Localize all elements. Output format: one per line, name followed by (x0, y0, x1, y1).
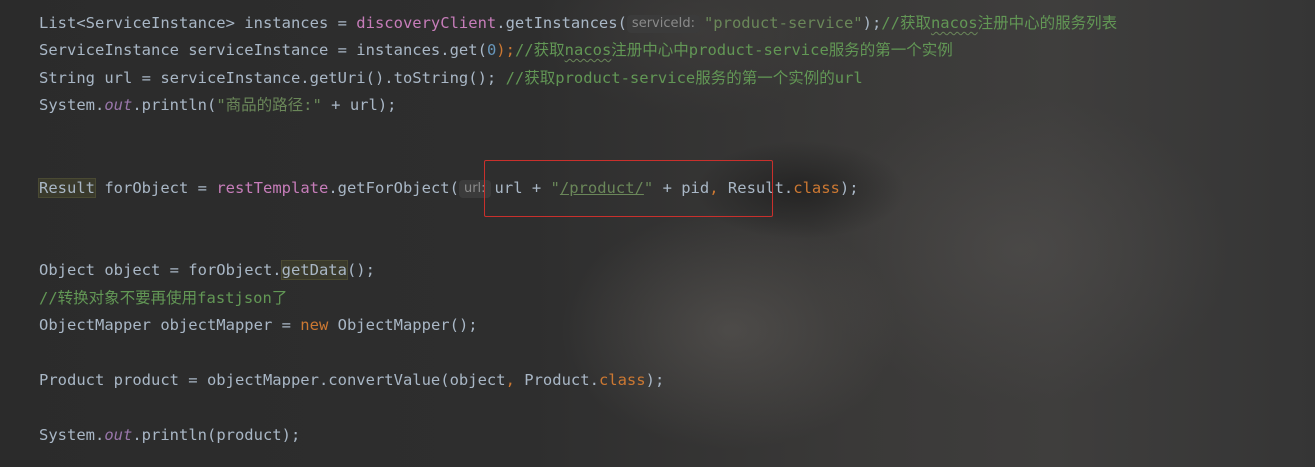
comment-text: 注册中心的服务列表 (977, 14, 1118, 32)
code-line-9[interactable]: Product product = objectMapper.convertVa… (39, 369, 664, 391)
code-token: ); (645, 371, 665, 389)
code-line-7[interactable]: //转换对象不要再使用fastjson了 (39, 287, 287, 309)
code-token: ObjectMapper(); (328, 316, 478, 334)
code-token: forObject = (95, 179, 217, 197)
code-token-string: "商品的路径:" (216, 96, 322, 114)
code-token-highlighted-type: Result (38, 178, 96, 198)
code-token: System. (39, 426, 105, 444)
code-token: .getInstances( (496, 14, 627, 32)
code-line-4[interactable]: System.out.println("商品的路径:" + url); (39, 94, 396, 116)
code-token: + url); (321, 96, 397, 114)
code-token: ); (862, 14, 882, 32)
code-token: Object object = forObject. (39, 261, 282, 279)
code-token: System. (39, 96, 105, 114)
code-token: .println( (132, 96, 217, 114)
code-token: ); (496, 41, 515, 59)
code-token-field: discoveryClient (356, 14, 497, 32)
code-token-static-field: out (104, 426, 133, 444)
code-comment: //获取nacos注册中心中product-service服务的第一个实例 (515, 41, 953, 59)
code-token-keyword: class (793, 179, 840, 197)
code-token: .println(product); (132, 426, 301, 444)
code-token: List<ServiceInstance> instances = (39, 14, 357, 32)
code-line-8[interactable]: ObjectMapper objectMapper = new ObjectMa… (39, 314, 478, 336)
code-token: ObjectMapper objectMapper = (39, 316, 301, 334)
code-token: ServiceInstance serviceInstance = instan… (39, 41, 487, 59)
code-token-number: 0 (486, 41, 497, 59)
code-comment: //获取nacos注册中心的服务列表 (881, 14, 1117, 32)
code-token: Product. (514, 371, 599, 389)
code-token: Product product = objectMapper.convertVa… (39, 371, 506, 389)
code-token-field: restTemplate (216, 179, 329, 197)
code-line-3[interactable]: String url = serviceInstance.getUri().to… (39, 67, 863, 89)
code-line-2[interactable]: ServiceInstance serviceInstance = instan… (39, 39, 953, 61)
code-token-static-field: out (104, 96, 133, 114)
code-token-highlighted-method: getData (280, 260, 348, 280)
code-line-1[interactable]: List<ServiceInstance> instances = discov… (39, 12, 1117, 34)
code-comment: //转换对象不要再使用fastjson了 (39, 289, 288, 307)
code-line-10[interactable]: System.out.println(product); (39, 424, 300, 446)
code-token-keyword: class (598, 371, 646, 389)
code-token: ); (839, 179, 859, 197)
code-token: .getForObject( (328, 179, 459, 197)
comment-typo-word: nacos (564, 41, 612, 59)
code-token: , (505, 371, 515, 389)
comment-text: //获取 (881, 14, 931, 32)
comment-text: 注册中心中product-service服务的第一个实例 (611, 41, 953, 59)
annotation-highlight-box (484, 160, 773, 217)
code-token-string: "product-service" (703, 14, 863, 32)
code-comment: //获取product-service服务的第一个实例的url (505, 69, 863, 87)
code-token: (); (346, 261, 375, 279)
code-line-6[interactable]: Object object = forObject.getData(); (39, 259, 375, 281)
comment-typo-word: nacos (930, 14, 978, 32)
parameter-hint: serviceId: (626, 15, 700, 33)
comment-text: //获取 (514, 41, 565, 59)
code-token-keyword: new (300, 316, 329, 334)
code-token: String url = serviceInstance.getUri().to… (39, 69, 506, 87)
